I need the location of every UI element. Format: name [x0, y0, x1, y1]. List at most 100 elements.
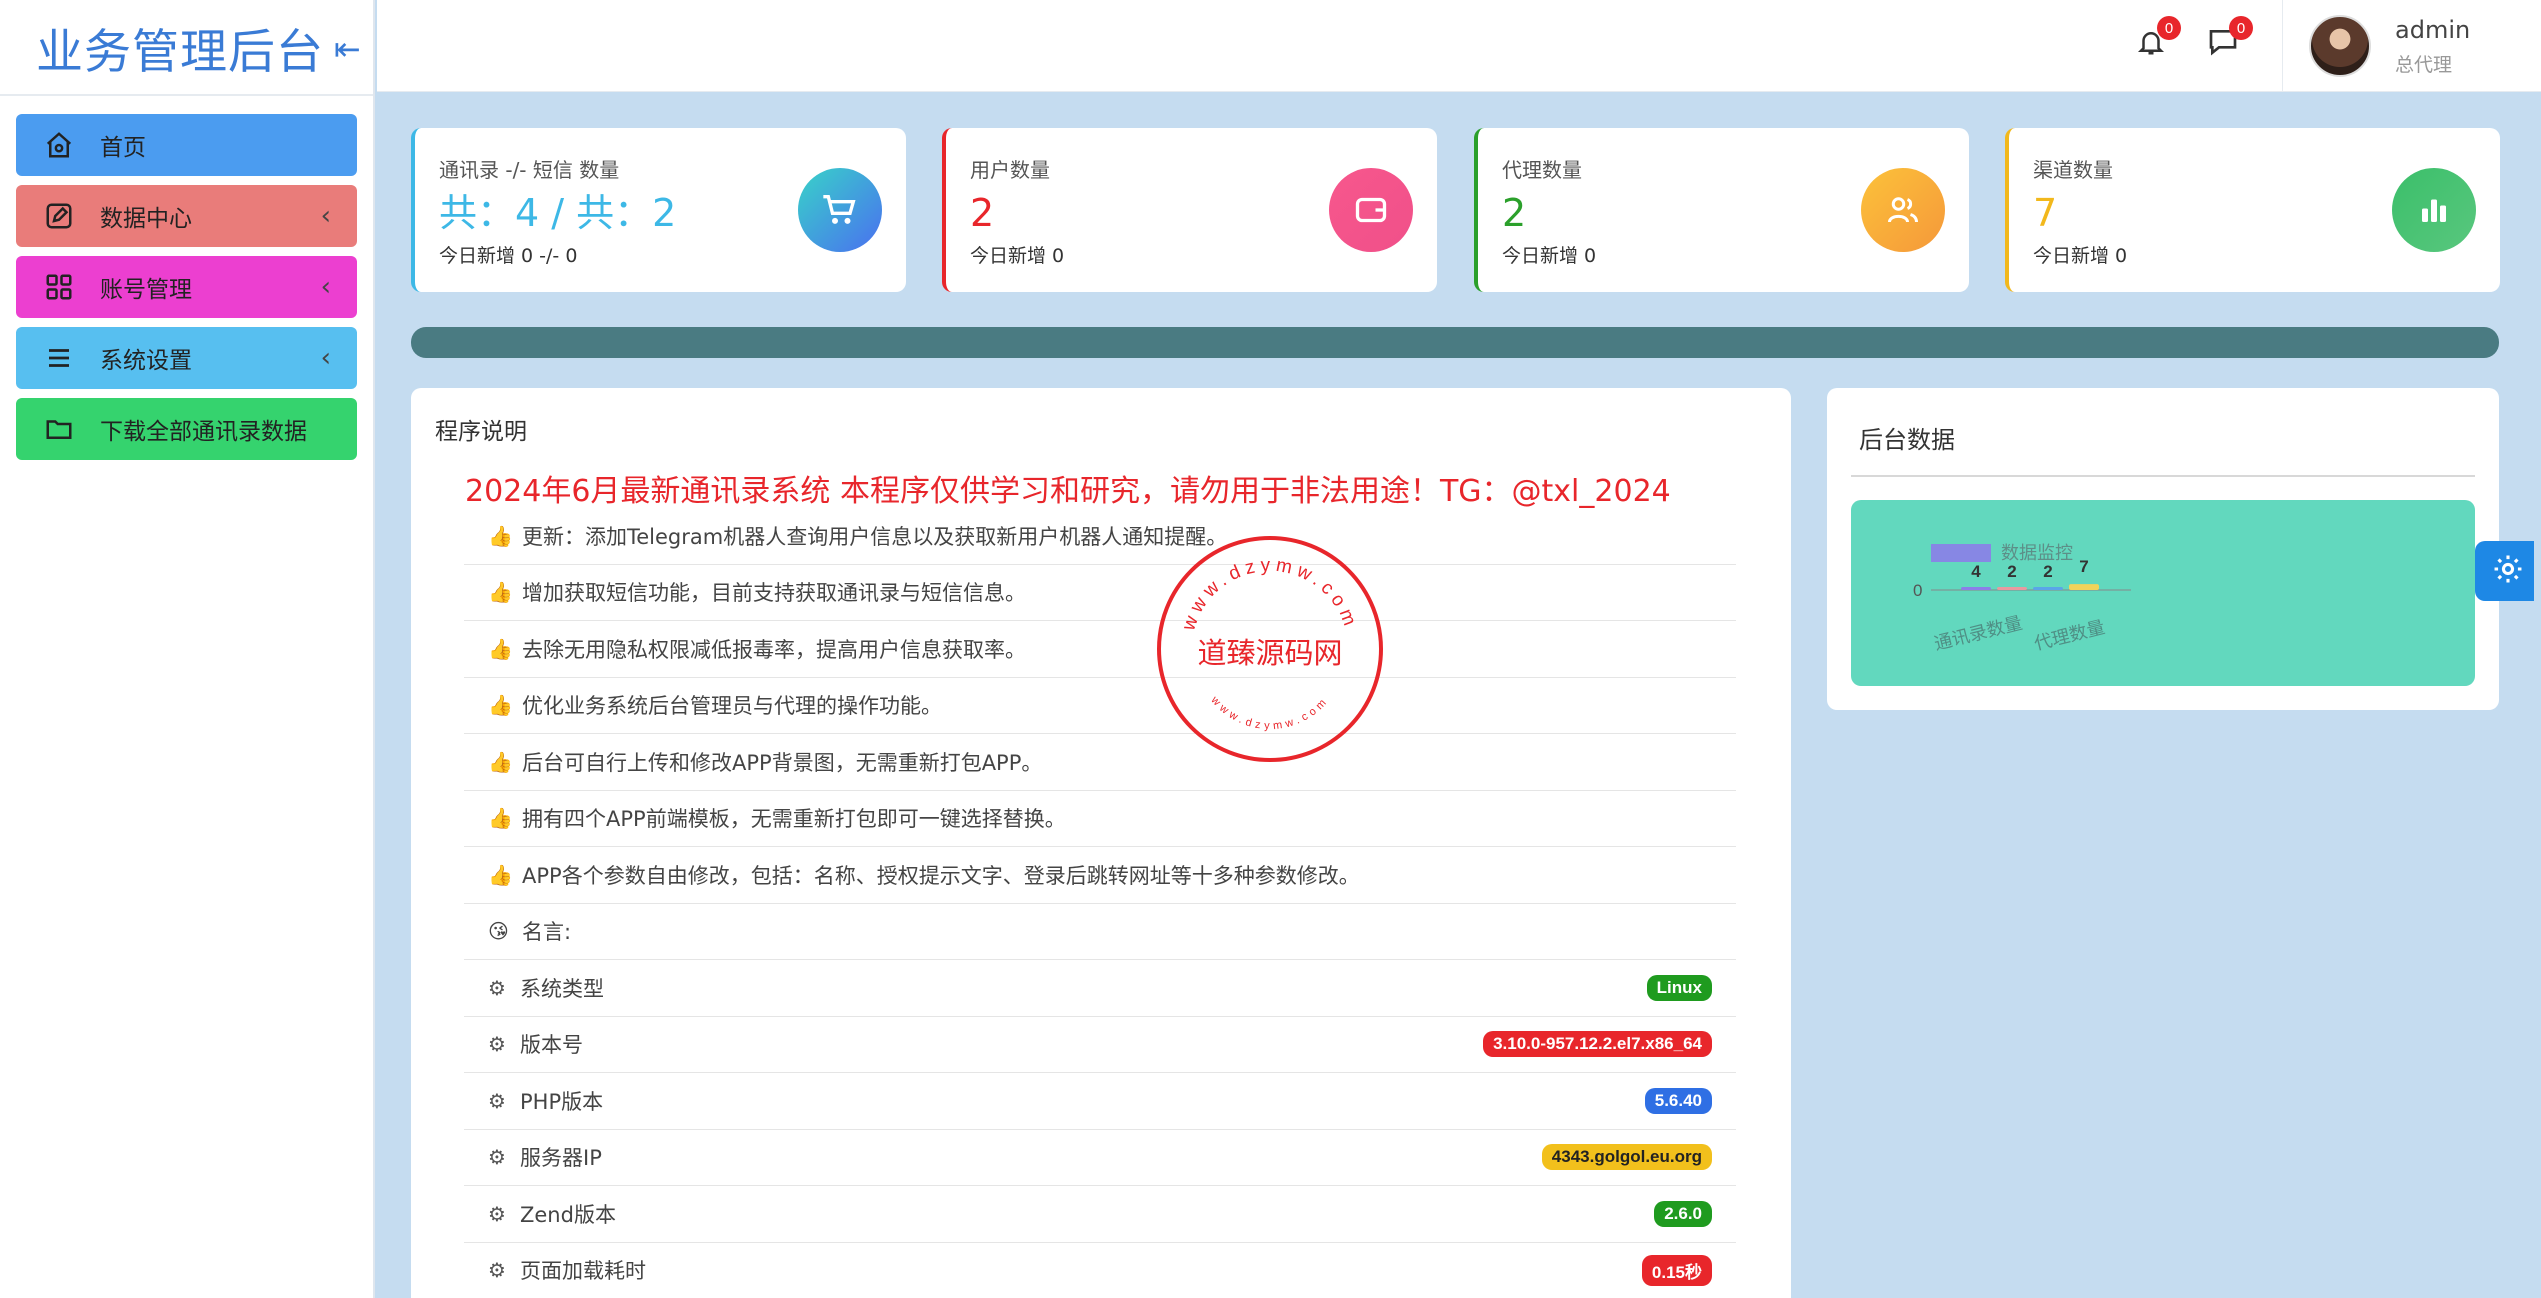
- user-name: admin: [2395, 15, 2471, 44]
- data-label: 7: [2079, 557, 2088, 576]
- x-tick-label: 代理数量: [2032, 617, 2107, 655]
- user-info: admin 总代理: [2395, 16, 2470, 77]
- list-icon: [42, 341, 76, 375]
- messages-button[interactable]: 0: [2203, 16, 2253, 64]
- stat-card-channels: 渠道数量 7 今日新增 0: [2005, 128, 2500, 292]
- sidebar-item-download[interactable]: 下载全部通讯录数据: [16, 398, 357, 460]
- program-info-card: 程序说明 2024年6月最新通讯录系统 本程序仅供学习和研究，请勿用于非法用途！…: [411, 388, 1791, 1298]
- y-tick-label: 0: [1913, 581, 1922, 600]
- gear-icon: ⚙: [488, 1145, 506, 1170]
- sidebar: 业务管理后台 ⇤ 首页 数据中心 ‹ 账号管理 ‹ 系统设置 ‹ 下载全部通讯录…: [0, 0, 375, 1298]
- sidebar-menu: 首页 数据中心 ‹ 账号管理 ‹ 系统设置 ‹ 下载全部通讯录数据: [0, 96, 373, 460]
- stat-sub: 今日新增 0: [970, 245, 1065, 267]
- backend-data-card: 后台数据 数据监控 0 4 2 2 7 通讯录数量 代理数量: [1827, 388, 2499, 710]
- chevron-left-icon: ‹: [320, 272, 331, 302]
- home-icon: [42, 128, 76, 162]
- sidebar-item-label: 首页: [100, 135, 146, 161]
- feature-item: 👍 增加获取短信功能，目前支持获取通讯录与短信信息。: [464, 565, 1736, 621]
- feature-item: 👍 后台可自行上传和修改APP背景图，无需重新打包APP。: [464, 734, 1736, 791]
- users-icon: [1861, 168, 1945, 252]
- avatar: [2309, 15, 2371, 77]
- chevron-left-icon: ‹: [320, 343, 331, 373]
- divider: [1851, 475, 2475, 477]
- notifications-button[interactable]: 0: [2131, 16, 2181, 64]
- gear-icon: ⚙: [488, 1201, 506, 1226]
- sidebar-item-account[interactable]: 账号管理 ‹: [16, 256, 357, 318]
- gear-icon: ⚙: [488, 1258, 506, 1283]
- feature-item: 👍 去除无用隐私权限减低报毒率，提高用户信息获取率。: [464, 621, 1736, 678]
- stamp-name: 道臻源码网: [1197, 636, 1342, 670]
- system-info-row: ⚙ 页面加载耗时 0.15秒: [464, 1243, 1736, 1298]
- settings-float-button[interactable]: [2475, 541, 2541, 601]
- grid-icon: [42, 270, 76, 304]
- stat-sub: 今日新增 0 -/- 0: [439, 245, 578, 267]
- top-header: 0 0 admin 总代理: [377, 0, 2541, 92]
- stat-card-agents: 代理数量 2 今日新增 0: [1474, 128, 1969, 292]
- stamp-url-top: www.dzymw.com: [1178, 555, 1357, 634]
- wallet-icon: [1329, 168, 1413, 252]
- sidebar-item-label: 系统设置: [100, 348, 192, 374]
- watermark-stamp: www.dzymw.com 道臻源码网 www.dzymw.com: [1155, 534, 1385, 764]
- legend-swatch: [1931, 544, 1991, 562]
- thumbs-up-icon: 👍: [488, 806, 513, 831]
- brand-title: 业务管理后台: [36, 24, 324, 80]
- data-label: 2: [2007, 562, 2016, 581]
- edit-icon: [42, 199, 76, 233]
- feature-item: 👍 优化业务系统后台管理员与代理的操作功能。: [464, 678, 1736, 734]
- thumbs-up-icon: 👍: [488, 580, 513, 605]
- thumbs-up-icon: 👍: [488, 749, 513, 774]
- thumbs-up-icon: 👍: [488, 693, 513, 718]
- chart-bar: [1997, 587, 2027, 590]
- chart-bar: [2069, 584, 2099, 590]
- sidebar-item-data-center[interactable]: 数据中心 ‹: [16, 185, 357, 247]
- system-info-row: ⚙ 系统类型 Linux: [464, 960, 1736, 1017]
- feature-item: 👍 APP各个参数自由修改，包括：名称、授权提示文字、登录后跳转网址等十多种参数修…: [464, 847, 1736, 904]
- sidebar-item-label: 下载全部通讯录数据: [100, 419, 307, 445]
- chart-svg: 数据监控 0 4 2 2 7 通讯录数量 代理数量: [1913, 543, 2131, 655]
- gear-icon: ⚙: [488, 1088, 506, 1113]
- system-info-row: ⚙ 服务器IP 4343.golgol.eu.org: [464, 1130, 1736, 1186]
- x-tick-label: 通讯录数量: [1932, 613, 2024, 655]
- scrollbar[interactable]: [2534, 92, 2541, 1298]
- collapse-sidebar-icon[interactable]: ⇤: [334, 30, 361, 68]
- data-label: 4: [1971, 562, 1981, 581]
- system-info-row: ⚙ Zend版本 2.6.0: [464, 1186, 1736, 1243]
- kiss-icon: 😘: [488, 919, 509, 944]
- sidebar-item-system[interactable]: 系统设置 ‹: [16, 327, 357, 389]
- sidebar-item-label: 账号管理: [100, 277, 192, 303]
- folder-icon: [42, 412, 76, 446]
- program-info-list: 👍 更新：添加Telegram机器人查询用户信息以及获取新用户机器人通知提醒。 👍…: [464, 508, 1736, 1298]
- user-menu[interactable]: admin 总代理: [2282, 0, 2541, 92]
- sidebar-item-home[interactable]: 首页: [16, 114, 357, 176]
- status-badge: Linux: [1646, 974, 1712, 1001]
- chart-title: 数据监控: [2001, 543, 2073, 564]
- feature-item: 👍 更新：添加Telegram机器人查询用户信息以及获取新用户机器人通知提醒。: [464, 508, 1736, 565]
- thumbs-up-icon: 👍: [488, 523, 513, 548]
- status-badge: 2.6.0: [1654, 1200, 1712, 1227]
- cart-icon: [798, 168, 882, 252]
- svg-text:www.dzymw.com: www.dzymw.com: [1178, 555, 1362, 634]
- warning-text: 2024年6月最新通讯录系统 本程序仅供学习和研究，请勿用于非法用途！TG：@t…: [465, 474, 1671, 509]
- stat-sub: 今日新增 0: [2033, 245, 2128, 267]
- stat-card-users: 用户数量 2 今日新增 0: [942, 128, 1437, 292]
- messages-badge: 0: [2229, 16, 2253, 40]
- user-role: 总代理: [2395, 53, 2453, 76]
- sidebar-item-label: 数据中心: [100, 206, 192, 232]
- notifications-badge: 0: [2157, 16, 2181, 40]
- status-badge: 5.6.40: [1644, 1087, 1712, 1114]
- chart-bar: [2033, 587, 2063, 590]
- data-label: 2: [2043, 562, 2052, 581]
- card-title: 后台数据: [1859, 426, 1955, 454]
- brand: 业务管理后台 ⇤: [0, 0, 373, 96]
- status-badge: 3.10.0-957.12.2.el7.x86_64: [1483, 1031, 1712, 1058]
- system-info-row: ⚙ 版本号 3.10.0-957.12.2.el7.x86_64: [464, 1017, 1736, 1073]
- chart-bar: [1961, 587, 1991, 590]
- gear-icon: [2491, 552, 2525, 590]
- progress-bar: [411, 327, 2499, 358]
- thumbs-up-icon: 👍: [488, 862, 513, 887]
- system-info-row: ⚙ PHP版本 5.6.40: [464, 1073, 1736, 1130]
- quote-item: 😘 名言:: [464, 904, 1736, 960]
- stat-card-contacts: 通讯录 -/- 短信 数量 共：4 / 共：2 今日新增 0 -/- 0: [411, 128, 906, 292]
- status-badge: 4343.golgol.eu.org: [1541, 1144, 1712, 1171]
- gear-icon: ⚙: [488, 975, 506, 1000]
